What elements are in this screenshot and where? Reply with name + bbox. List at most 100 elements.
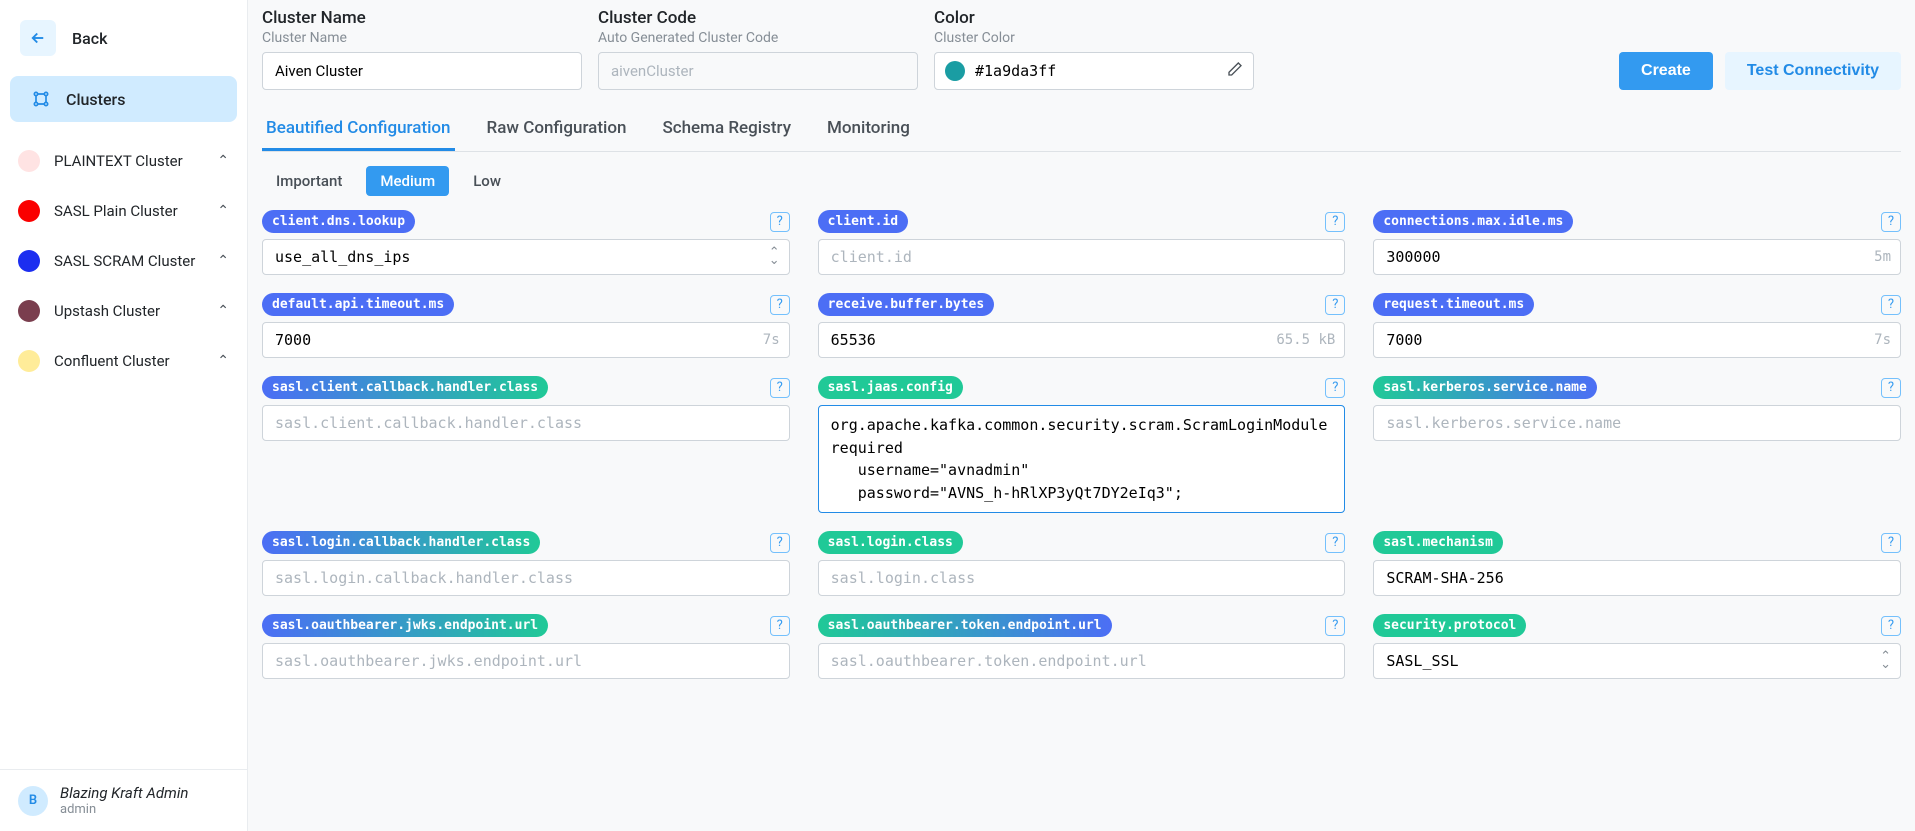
level-low[interactable]: Low (459, 166, 515, 196)
sasl-jaas-config-textarea[interactable] (818, 405, 1346, 513)
config-key: receive.buffer.bytes (818, 293, 995, 316)
color-value: #1a9da3ff (975, 62, 1056, 80)
config-key: connections.max.idle.ms (1373, 210, 1573, 233)
config-key: client.dns.lookup (262, 210, 415, 233)
sasl-login-cb-input[interactable] (262, 560, 790, 596)
config-key: sasl.login.class (818, 531, 963, 554)
avatar: B (18, 786, 48, 816)
help-icon[interactable]: ? (770, 533, 790, 553)
color-swatch (945, 61, 965, 81)
chevron-up-icon: ⌃ (217, 303, 229, 319)
back-button[interactable]: Back (0, 12, 247, 64)
help-icon[interactable]: ? (1881, 533, 1901, 553)
cluster-item-plaintext[interactable]: PLAINTEXT Cluster ⌃ (0, 136, 247, 186)
default-api-timeout-input[interactable] (262, 322, 790, 358)
help-icon[interactable]: ? (1325, 378, 1345, 398)
config-key: sasl.client.callback.handler.class (262, 376, 548, 399)
help-icon[interactable]: ? (1325, 212, 1345, 232)
cluster-name: SASL Plain Cluster (54, 202, 203, 220)
config-key: sasl.mechanism (1373, 531, 1503, 554)
tab-beautified[interactable]: Beautified Configuration (262, 108, 455, 151)
sidebar: Back Clusters PLAINTEXT Cluster ⌃ SASL P… (0, 0, 248, 831)
cluster-code-label: Cluster Code (598, 8, 918, 28)
tabs: Beautified Configuration Raw Configurati… (262, 108, 1901, 152)
sasl-client-cb-input[interactable] (262, 405, 790, 441)
security-protocol-select[interactable]: SASL_SSL (1373, 643, 1901, 679)
connections-max-idle-input[interactable] (1373, 239, 1901, 275)
help-icon[interactable]: ? (1881, 616, 1901, 636)
cluster-item-sasl-plain[interactable]: SASL Plain Cluster ⌃ (0, 186, 247, 236)
config-key: default.api.timeout.ms (262, 293, 454, 316)
cluster-item-sasl-scram[interactable]: SASL SCRAM Cluster ⌃ (0, 236, 247, 286)
chevron-up-icon: ⌃ (217, 203, 229, 219)
help-icon[interactable]: ? (1325, 616, 1345, 636)
level-important[interactable]: Important (262, 166, 356, 196)
cluster-name: Upstash Cluster (54, 302, 203, 320)
cluster-item-confluent[interactable]: Confluent Cluster ⌃ (0, 336, 247, 386)
config-key: client.id (818, 210, 908, 233)
cluster-code-sub: Auto Generated Cluster Code (598, 30, 918, 46)
create-button[interactable]: Create (1619, 52, 1713, 90)
cluster-dot (18, 250, 40, 272)
request-timeout-input[interactable] (1373, 322, 1901, 358)
cluster-list: PLAINTEXT Cluster ⌃ SASL Plain Cluster ⌃… (0, 136, 247, 386)
config-key: security.protocol (1373, 614, 1526, 637)
cluster-dot (18, 300, 40, 322)
user-footer[interactable]: B Blazing Kraft Admin admin (0, 769, 247, 831)
back-icon (20, 20, 56, 56)
cluster-name-label: Cluster Name (262, 8, 582, 28)
cluster-name-sub: Cluster Name (262, 30, 582, 46)
config-key: sasl.oauthbearer.token.endpoint.url (818, 614, 1112, 637)
cluster-name: PLAINTEXT Cluster (54, 152, 203, 170)
cluster-dot (18, 150, 40, 172)
help-icon[interactable]: ? (770, 378, 790, 398)
pencil-icon[interactable] (1227, 61, 1243, 81)
config-key: sasl.jaas.config (818, 376, 963, 399)
clusters-icon (30, 88, 52, 110)
tab-raw[interactable]: Raw Configuration (483, 108, 631, 151)
user-role: admin (60, 802, 188, 817)
sasl-jwks-url-input[interactable] (262, 643, 790, 679)
top-form-row: Cluster Name Cluster Name Cluster Code A… (262, 8, 1901, 90)
cluster-dot (18, 350, 40, 372)
cluster-name: Confluent Cluster (54, 352, 203, 370)
back-label: Back (72, 29, 107, 48)
level-medium[interactable]: Medium (366, 166, 449, 196)
level-filter: Important Medium Low (262, 166, 1901, 196)
color-sub: Cluster Color (934, 30, 1254, 46)
help-icon[interactable]: ? (1325, 533, 1345, 553)
help-icon[interactable]: ? (1881, 295, 1901, 315)
client-dns-lookup-select[interactable]: use_all_dns_ips (262, 239, 790, 275)
help-icon[interactable]: ? (770, 295, 790, 315)
config-grid: client.dns.lookup ? use_all_dns_ips ⌃⌄ c… (262, 210, 1901, 679)
cluster-item-upstash[interactable]: Upstash Cluster ⌃ (0, 286, 247, 336)
config-key: request.timeout.ms (1373, 293, 1534, 316)
nav-clusters-label: Clusters (66, 90, 125, 109)
help-icon[interactable]: ? (770, 616, 790, 636)
config-key: sasl.login.callback.handler.class (262, 531, 540, 554)
help-icon[interactable]: ? (1881, 212, 1901, 232)
color-label: Color (934, 8, 1254, 28)
sasl-login-class-input[interactable] (818, 560, 1346, 596)
cluster-name-input[interactable] (262, 52, 582, 90)
test-connectivity-button[interactable]: Test Connectivity (1725, 52, 1901, 90)
nav-clusters[interactable]: Clusters (10, 76, 237, 122)
config-key: sasl.kerberos.service.name (1373, 376, 1597, 399)
user-name: Blazing Kraft Admin (60, 784, 188, 802)
sasl-mechanism-input[interactable] (1373, 560, 1901, 596)
chevron-up-icon: ⌃ (217, 353, 229, 369)
sasl-kerberos-svc-input[interactable] (1373, 405, 1901, 441)
receive-buffer-input[interactable] (818, 322, 1346, 358)
tab-schema-registry[interactable]: Schema Registry (658, 108, 795, 151)
sasl-token-url-input[interactable] (818, 643, 1346, 679)
main: Cluster Name Cluster Name Cluster Code A… (248, 0, 1915, 831)
color-picker[interactable]: #1a9da3ff (934, 52, 1254, 90)
cluster-name: SASL SCRAM Cluster (54, 252, 203, 270)
help-icon[interactable]: ? (1325, 295, 1345, 315)
help-icon[interactable]: ? (1881, 378, 1901, 398)
client-id-input[interactable] (818, 239, 1346, 275)
help-icon[interactable]: ? (770, 212, 790, 232)
tab-monitoring[interactable]: Monitoring (823, 108, 914, 151)
chevron-up-icon: ⌃ (217, 153, 229, 169)
cluster-dot (18, 200, 40, 222)
